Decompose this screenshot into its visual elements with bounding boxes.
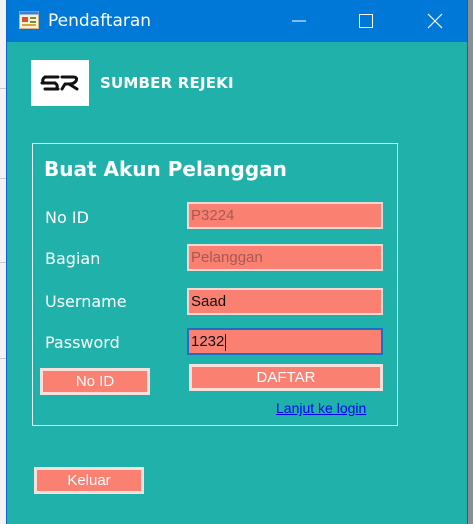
minimize-button[interactable] (276, 0, 322, 42)
close-icon (427, 13, 443, 29)
register-button[interactable]: DAFTAR (189, 364, 383, 391)
close-button[interactable] (412, 0, 458, 42)
sr-logo-icon (40, 75, 79, 91)
title-bar[interactable]: Pendaftaran (7, 0, 467, 42)
password-value: 1232 (191, 333, 225, 350)
no-id-label: No ID (45, 208, 89, 227)
maximize-icon (359, 14, 373, 28)
login-link[interactable]: Lanjut ke login (276, 400, 366, 416)
app-form-icon (19, 11, 39, 29)
username-field[interactable]: Saad (187, 288, 383, 315)
password-label: Password (45, 333, 120, 352)
username-label: Username (45, 292, 127, 311)
no-id-button[interactable]: No ID (40, 368, 150, 395)
bagian-label: Bagian (45, 249, 101, 268)
window-title: Pendaftaran (48, 11, 152, 31)
exit-button[interactable]: Keluar (34, 467, 144, 494)
registration-window: Pendaftaran SUMBER REJEKI Buat Akun Pela… (6, 0, 468, 524)
brand-logo (31, 60, 89, 106)
brand-name: SUMBER REJEKI (100, 74, 234, 92)
no-id-field[interactable]: P3224 (187, 202, 383, 229)
minimize-icon (292, 20, 306, 22)
form-title: Buat Akun Pelanggan (44, 157, 287, 181)
bagian-field[interactable]: Pelanggan (187, 244, 383, 271)
maximize-button[interactable] (343, 0, 389, 42)
text-caret (225, 333, 227, 351)
registration-groupbox: Buat Akun Pelanggan No ID P3224 Bagian P… (32, 143, 398, 426)
password-field[interactable]: 1232 (187, 328, 383, 355)
